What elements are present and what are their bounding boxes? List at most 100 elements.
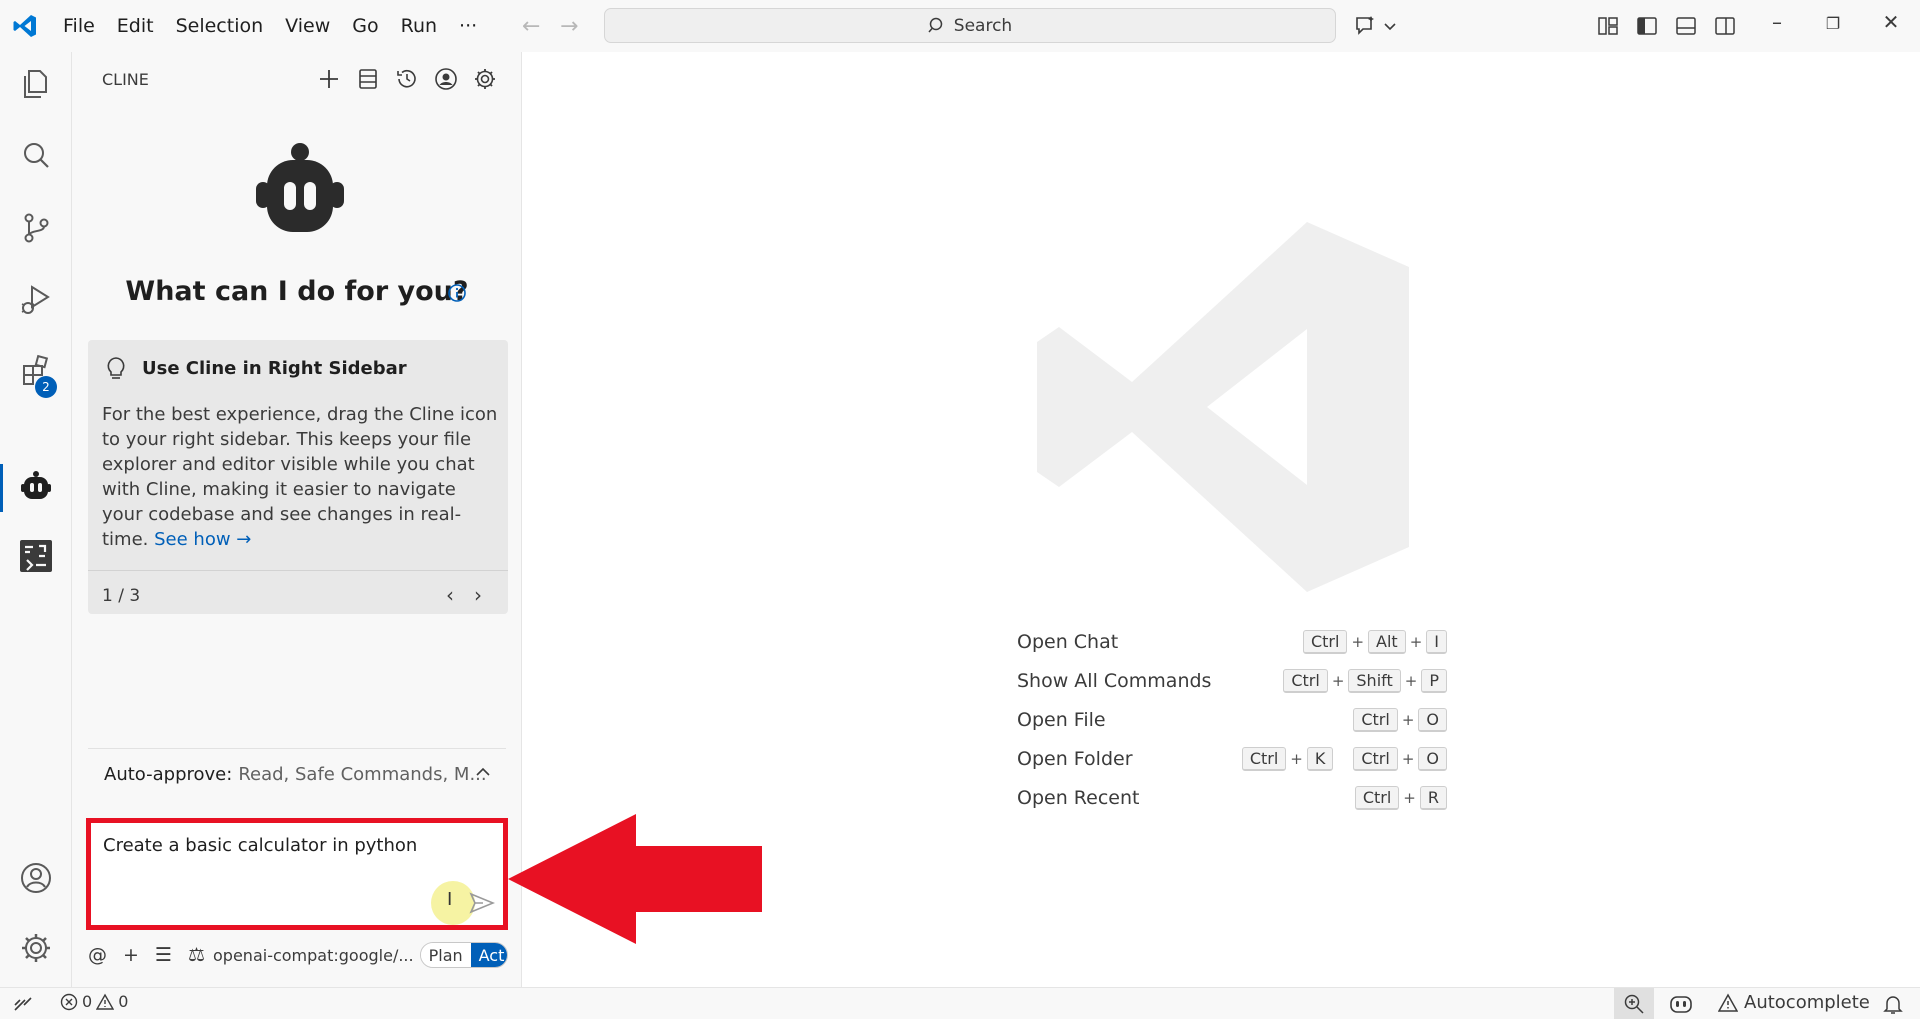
error-count: 0 — [82, 992, 93, 1011]
menu-more[interactable]: ··· — [448, 15, 488, 37]
remote-explorer-icon[interactable] — [18, 538, 54, 574]
shortcut-keys: Ctrl + K Ctrl + O — [1241, 747, 1447, 771]
key-plus: + — [1409, 633, 1423, 651]
menu-go[interactable]: Go — [341, 15, 389, 37]
shortcut-keys: Ctrl + O — [1353, 708, 1447, 732]
info-icon[interactable] — [447, 283, 467, 303]
chevron-right-icon[interactable]: › — [474, 583, 482, 607]
autocomplete-status[interactable]: Autocomplete — [1718, 992, 1870, 1013]
keycap: Shift — [1348, 669, 1401, 693]
warning-count: 0 — [118, 992, 129, 1011]
customize-layout-icon[interactable] — [1596, 14, 1620, 38]
menu-edit[interactable]: Edit — [106, 15, 165, 37]
tip-body: For the best experience, drag the Cline … — [102, 402, 498, 552]
menu-view[interactable]: View — [274, 15, 341, 37]
zoom-in-icon — [1624, 994, 1644, 1014]
see-how-link[interactable]: See how → — [154, 529, 251, 550]
zoom-button[interactable] — [1614, 988, 1654, 1019]
keycap: O — [1418, 747, 1447, 771]
cline-sidebar: CLINE What can I do for you? Use Cline i… — [72, 52, 522, 987]
shortcut-label[interactable]: Show All Commands — [1017, 670, 1211, 692]
sidebar-title: CLINE — [102, 70, 149, 89]
menu-run[interactable]: Run — [390, 15, 448, 37]
rules-icon[interactable]: ☰ — [155, 944, 172, 966]
chat-input-value: Create a basic calculator in python — [103, 835, 418, 856]
shortcut-row[interactable]: Open File Ctrl + O — [1017, 702, 1447, 741]
toggle-secondary-sidebar-icon[interactable] — [1713, 14, 1737, 38]
shortcut-label[interactable]: Open Folder — [1017, 748, 1133, 770]
key-plus: + — [1401, 750, 1415, 768]
scale-icon[interactable]: ⚖ — [188, 944, 205, 966]
active-indicator — [0, 464, 3, 512]
shortcut-label[interactable]: Open Recent — [1017, 787, 1139, 809]
toggle-primary-sidebar-icon[interactable] — [1635, 14, 1659, 38]
key-plus: + — [1290, 750, 1303, 768]
menu-selection[interactable]: Selection — [165, 15, 275, 37]
title-bar: File Edit Selection View Go Run ··· ← → … — [0, 0, 1920, 52]
settings-gear-icon[interactable] — [472, 66, 498, 92]
chat-input[interactable]: Create a basic calculator in python I — [86, 818, 508, 930]
search-icon[interactable] — [18, 138, 54, 174]
copilot-icon[interactable] — [1668, 992, 1694, 1016]
menu-file[interactable]: File — [52, 15, 106, 37]
toggle-panel-icon[interactable] — [1674, 14, 1698, 38]
keycap: Ctrl — [1354, 786, 1400, 810]
shortcut-label[interactable]: Open File — [1017, 709, 1106, 731]
plan-act-toggle[interactable]: Plan Act — [419, 942, 508, 968]
send-icon[interactable] — [469, 891, 495, 915]
tip-heading: Use Cline in Right Sidebar — [142, 358, 407, 379]
auto-approve-label: Auto-approve: — [104, 764, 233, 785]
shortcut-keys: Ctrl + Alt + I — [1302, 630, 1447, 654]
command-center-search[interactable]: Search — [604, 8, 1336, 43]
source-control-icon[interactable] — [18, 210, 54, 246]
new-task-plus-icon[interactable] — [316, 66, 342, 92]
minimize-icon[interactable]: – — [1762, 10, 1792, 34]
account-icon[interactable] — [18, 860, 54, 896]
keycap: Ctrl — [1302, 630, 1348, 654]
explorer-icon[interactable] — [18, 66, 54, 102]
chevron-up-icon[interactable] — [474, 763, 492, 781]
model-selector[interactable]: openai-compat:google/... — [213, 946, 414, 965]
copilot-chat-icon[interactable] — [1354, 14, 1378, 38]
add-context-plus-icon[interactable]: + — [123, 944, 139, 966]
account-icon[interactable] — [433, 66, 459, 92]
keycap: Alt — [1368, 630, 1406, 654]
history-icon[interactable] — [394, 66, 420, 92]
chevron-left-icon[interactable]: ‹ — [446, 583, 454, 607]
act-mode-button[interactable]: Act — [470, 943, 507, 967]
warning-icon — [1718, 992, 1738, 1012]
notifications-bell-icon[interactable] — [1882, 993, 1904, 1015]
chevron-down-icon[interactable] — [1382, 14, 1398, 38]
shortcut-keys: Ctrl + Shift + P — [1283, 669, 1447, 693]
manage-gear-icon[interactable] — [18, 930, 54, 966]
restore-icon[interactable]: ❐ — [1818, 14, 1848, 33]
forward-arrow-icon[interactable]: → — [560, 14, 578, 39]
back-arrow-icon[interactable]: ← — [522, 14, 540, 39]
lightbulb-icon — [107, 357, 125, 379]
run-debug-icon[interactable] — [18, 282, 54, 318]
cline-robot-icon[interactable] — [18, 468, 54, 504]
shortcut-row[interactable]: Open Recent Ctrl + R — [1017, 780, 1447, 819]
shortcut-label[interactable]: Open Chat — [1017, 631, 1118, 653]
keycap: P — [1421, 669, 1447, 693]
tip-page-indicator: 1 / 3 — [102, 586, 141, 606]
shortcut-row[interactable]: Show All Commands Ctrl + Shift + P — [1017, 663, 1447, 702]
status-bar: 0 0 Autocomplete — [0, 987, 1920, 1019]
shortcut-row[interactable]: Open Folder Ctrl + K Ctrl + O — [1017, 741, 1447, 780]
text-cursor-icon: I — [447, 889, 453, 910]
mcp-servers-icon[interactable] — [355, 66, 381, 92]
remote-icon[interactable] — [12, 993, 34, 1013]
shortcut-list: Open Chat Ctrl + Alt + I Show All Commands Ctrl… — [1017, 624, 1447, 819]
cline-robot-logo-icon — [256, 143, 344, 232]
keycap: Ctrl — [1353, 708, 1398, 732]
search-placeholder: Search — [953, 15, 1013, 36]
auto-approve-bar[interactable]: Auto-approve: Read, Safe Commands, M... — [88, 748, 506, 800]
at-mention-icon[interactable]: @ — [88, 944, 107, 966]
plan-mode-button[interactable]: Plan — [420, 943, 471, 967]
shortcut-row[interactable]: Open Chat Ctrl + Alt + I — [1017, 624, 1447, 663]
problems-indicator[interactable]: 0 0 — [60, 992, 128, 1011]
chat-input-toolbar: @ + ☰ ⚖ openai-compat:google/... Plan Ac… — [88, 938, 508, 972]
extensions-badge: 2 — [35, 376, 57, 398]
close-icon[interactable]: ✕ — [1876, 10, 1906, 34]
activity-bar: 2 — [0, 52, 72, 987]
